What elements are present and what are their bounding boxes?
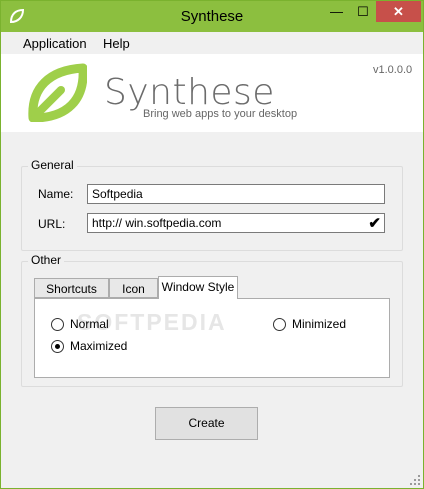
minimize-button[interactable]: —: [323, 1, 350, 22]
window-style-panel: SOFTPEDIA Normal Minimized Maximized: [34, 298, 390, 378]
name-input[interactable]: Softpedia: [87, 184, 385, 204]
close-button[interactable]: ✕: [376, 1, 421, 22]
checkmark-icon: ✔: [368, 215, 381, 232]
general-legend: General: [28, 158, 77, 172]
url-input[interactable]: http:// win.softpedia.com ✔: [87, 213, 385, 233]
tab-control: Shortcuts Icon Window Style SOFTPEDIA No…: [34, 276, 390, 378]
other-legend: Other: [28, 253, 65, 267]
radio-normal-label: Normal: [70, 317, 109, 331]
radio-normal[interactable]: Normal: [51, 317, 109, 331]
tab-window-style[interactable]: Window Style: [158, 276, 238, 299]
version-label: v1.0.0.0: [373, 64, 413, 76]
resize-grip-icon[interactable]: [409, 474, 421, 486]
url-label: URL:: [38, 217, 66, 231]
menu-help[interactable]: Help: [103, 36, 130, 51]
leaf-icon: [28, 63, 87, 122]
header-banner: Synthese Bring web apps to your desktop …: [1, 54, 423, 132]
app-name: Synthese: [104, 72, 275, 113]
menu-application[interactable]: Application: [23, 36, 87, 51]
radio-minimized-circle[interactable]: [273, 317, 286, 331]
app-tagline: Bring web apps to your desktop: [143, 108, 298, 120]
radio-maximized[interactable]: Maximized: [51, 339, 127, 353]
radio-minimized[interactable]: Minimized: [273, 317, 346, 331]
tab-icon[interactable]: Icon: [109, 278, 158, 298]
tab-shortcuts[interactable]: Shortcuts: [34, 278, 109, 298]
radio-normal-circle[interactable]: [51, 317, 64, 331]
url-value: http:// win.softpedia.com: [92, 216, 222, 230]
general-group: General Name: Softpedia URL: http:// win…: [21, 158, 403, 251]
create-button[interactable]: Create: [155, 407, 258, 440]
title-bar[interactable]: Synthese — ☐ ✕: [1, 1, 423, 32]
name-label: Name:: [38, 187, 74, 201]
maximize-button[interactable]: ☐: [350, 1, 376, 22]
radio-maximized-label: Maximized: [70, 339, 128, 353]
other-group: Other Shortcuts Icon Window Style SOFTPE…: [21, 253, 403, 387]
menu-bar: Application Help: [1, 32, 423, 54]
radio-maximized-circle[interactable]: [51, 339, 64, 353]
app-window: Synthese — ☐ ✕ Application Help Synthese…: [0, 0, 424, 489]
radio-minimized-label: Minimized: [292, 317, 347, 331]
name-value: Softpedia: [92, 187, 143, 201]
